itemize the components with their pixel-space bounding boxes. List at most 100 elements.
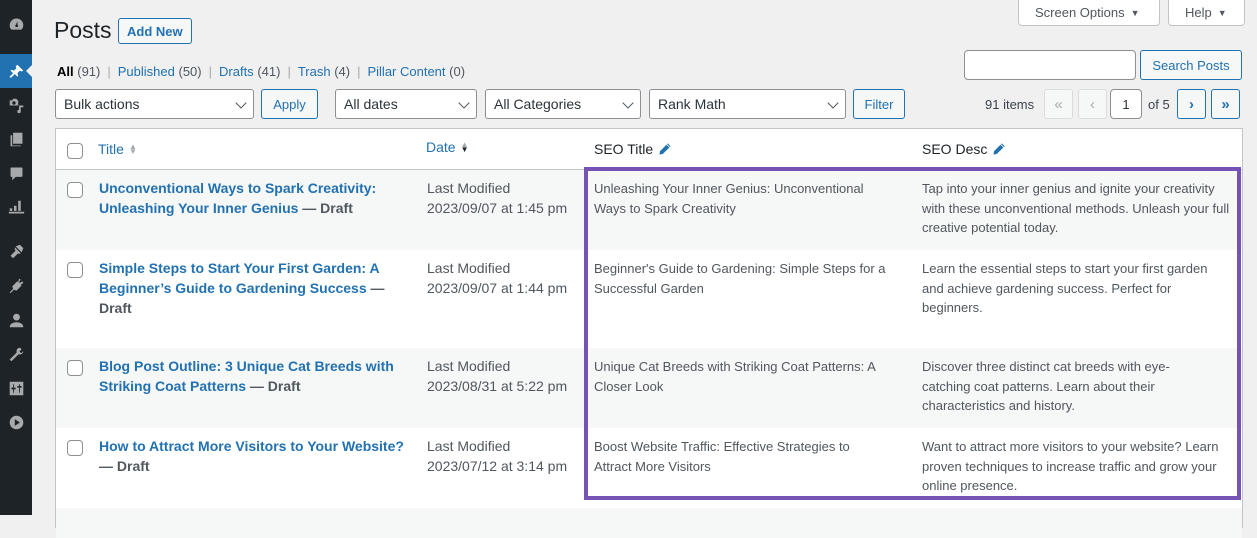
seo-desc-cell[interactable]: Want to attract more visitors to your we… [922, 437, 1232, 496]
post-status-filters: All (91) | Published (50) | Drafts (41) … [57, 64, 465, 79]
view-all[interactable]: All (91) [57, 64, 100, 79]
separator: | [107, 64, 111, 79]
sidebar-item-appearance[interactable] [0, 236, 32, 266]
date-cell: Last Modified 2023/09/07 at 1:45 pm [427, 180, 568, 216]
filter-button[interactable]: Filter [853, 89, 905, 119]
sidebar-item-comments[interactable] [0, 158, 32, 188]
screen-options-button[interactable]: Screen Options ▼ [1018, 0, 1160, 26]
column-date-sort[interactable]: Date ▲ ▼ [426, 139, 469, 155]
screen-meta-links: Screen Options ▼ Help ▼ [1018, 0, 1245, 26]
chevron-down-icon [622, 97, 634, 109]
caret-down-icon: ▼ [1130, 7, 1140, 18]
sidebar-item-pages[interactable] [0, 124, 32, 154]
row-checkbox[interactable] [67, 182, 83, 198]
post-title-link[interactable]: Simple Steps to Start Your First Garden:… [99, 260, 379, 296]
date-cell: Last Modified 2023/09/07 at 1:44 pm [427, 260, 568, 296]
post-state: — Draft [298, 200, 353, 216]
post-title-cell: Simple Steps to Start Your First Garden:… [99, 258, 399, 318]
help-button[interactable]: Help ▼ [1168, 0, 1245, 26]
seo-filter-select[interactable]: Rank Math [649, 89, 846, 119]
view-published[interactable]: Published (50) [118, 64, 202, 79]
table-row: Unconventional Ways to Spark Creativity:… [56, 170, 1242, 250]
row-checkbox[interactable] [67, 440, 83, 456]
seo-title-cell[interactable]: Boost Website Traffic: Effective Strateg… [594, 437, 884, 476]
separator: | [208, 64, 213, 79]
table-row: Blog Post Outline: 3 Unique Cat Breeds w… [56, 348, 1242, 428]
date-cell: Last Modified 2023/07/12 at 3:14 pm [427, 438, 568, 474]
sidebar-item-plugins[interactable] [0, 270, 32, 300]
chevron-down-icon [458, 97, 470, 109]
chevron-down-icon [827, 97, 839, 109]
posts-table: Title ▲ ▼ Date ▲ ▼ SEO Title SEO Desc Unco… [55, 128, 1243, 538]
items-count: 91 items [985, 97, 1035, 112]
pencil-icon[interactable] [992, 142, 1006, 156]
sidebar-item-media[interactable] [0, 90, 32, 120]
column-seo-title: SEO Title [594, 141, 672, 157]
media-icon [9, 98, 23, 113]
sidebar-item-settings[interactable] [0, 373, 32, 403]
select-all-checkbox[interactable] [67, 143, 83, 159]
sidebar-item-posts[interactable] [0, 54, 32, 88]
caret-down-icon: ▼ [1217, 7, 1227, 18]
paintbrush-icon [10, 244, 23, 258]
separator: | [357, 64, 361, 79]
seo-desc-cell[interactable]: Tap into your inner genius and ignite yo… [922, 179, 1232, 238]
seo-title-cell[interactable]: Unique Cat Breeds with Striking Coat Pat… [594, 357, 899, 396]
user-icon [9, 313, 23, 327]
apply-button[interactable]: Apply [261, 89, 318, 119]
play-icon [9, 415, 23, 429]
row-checkbox[interactable] [67, 262, 83, 278]
search-posts-button[interactable]: Search Posts [1140, 50, 1242, 80]
plugin-icon [9, 278, 23, 293]
view-drafts[interactable]: Drafts (41) [219, 64, 280, 79]
sidebar-item-tools[interactable] [0, 339, 32, 369]
pushpin-icon [9, 64, 23, 77]
sidebar-item-rank-math[interactable] [0, 192, 32, 222]
post-state: — Draft [99, 458, 150, 474]
sliders-icon [9, 381, 23, 395]
current-page-input[interactable]: 1 [1110, 89, 1142, 119]
column-seo-desc: SEO Desc [922, 141, 1006, 157]
table-row [56, 508, 1242, 538]
categories-select[interactable]: All Categories [485, 89, 641, 119]
add-new-button[interactable]: Add New [118, 18, 192, 44]
seo-title-cell[interactable]: Beginner's Guide to Gardening: Simple St… [594, 259, 904, 298]
wrench-icon [9, 347, 23, 361]
post-title-link[interactable]: How to Attract More Visitors to Your Web… [99, 438, 404, 454]
sidebar-item-dashboard[interactable] [0, 9, 32, 39]
sidebar-item-media-player[interactable] [0, 407, 32, 437]
view-pillar-content[interactable]: Pillar Content (0) [367, 64, 465, 79]
last-page-button[interactable]: » [1211, 89, 1240, 119]
prev-page-button[interactable]: ‹ [1078, 89, 1107, 119]
next-page-button[interactable]: › [1177, 89, 1206, 119]
separator: | [287, 64, 291, 79]
view-trash[interactable]: Trash (4) [298, 64, 350, 79]
sort-icon: ▲ ▼ [128, 142, 137, 156]
dates-select[interactable]: All dates [335, 89, 477, 119]
seo-desc-cell[interactable]: Discover three distinct cat breeds with … [922, 357, 1212, 416]
post-title-cell: How to Attract More Visitors to Your Web… [99, 436, 419, 476]
table-row: How to Attract More Visitors to Your Web… [56, 428, 1242, 508]
pages-icon [10, 132, 22, 146]
table-header: Title ▲ ▼ Date ▲ ▼ SEO Title SEO Desc [56, 129, 1242, 170]
admin-sidebar [0, 0, 32, 515]
table-row: Simple Steps to Start Your First Garden:… [56, 250, 1242, 348]
row-checkbox[interactable] [67, 360, 83, 376]
page-title: Posts [54, 17, 112, 43]
search-input[interactable] [964, 50, 1136, 80]
dashboard-icon [9, 18, 23, 30]
post-state: — Draft [246, 378, 301, 394]
sort-desc-icon: ▲ ▼ [460, 140, 469, 154]
seo-title-cell[interactable]: Unleashing Your Inner Genius: Unconventi… [594, 179, 894, 218]
chevron-down-icon [235, 97, 247, 109]
bulk-actions-select[interactable]: Bulk actions [55, 89, 254, 119]
date-cell: Last Modified 2023/08/31 at 5:22 pm [427, 358, 568, 394]
seo-desc-cell[interactable]: Learn the essential steps to start your … [922, 259, 1232, 318]
first-page-button[interactable]: « [1044, 89, 1073, 119]
pencil-icon[interactable] [658, 142, 672, 156]
post-title-cell: Blog Post Outline: 3 Unique Cat Breeds w… [99, 356, 404, 396]
chart-icon [8, 200, 24, 213]
sidebar-item-users[interactable] [0, 305, 32, 335]
column-title-sort[interactable]: Title ▲ ▼ [98, 141, 137, 157]
total-pages: of 5 [1148, 97, 1170, 112]
